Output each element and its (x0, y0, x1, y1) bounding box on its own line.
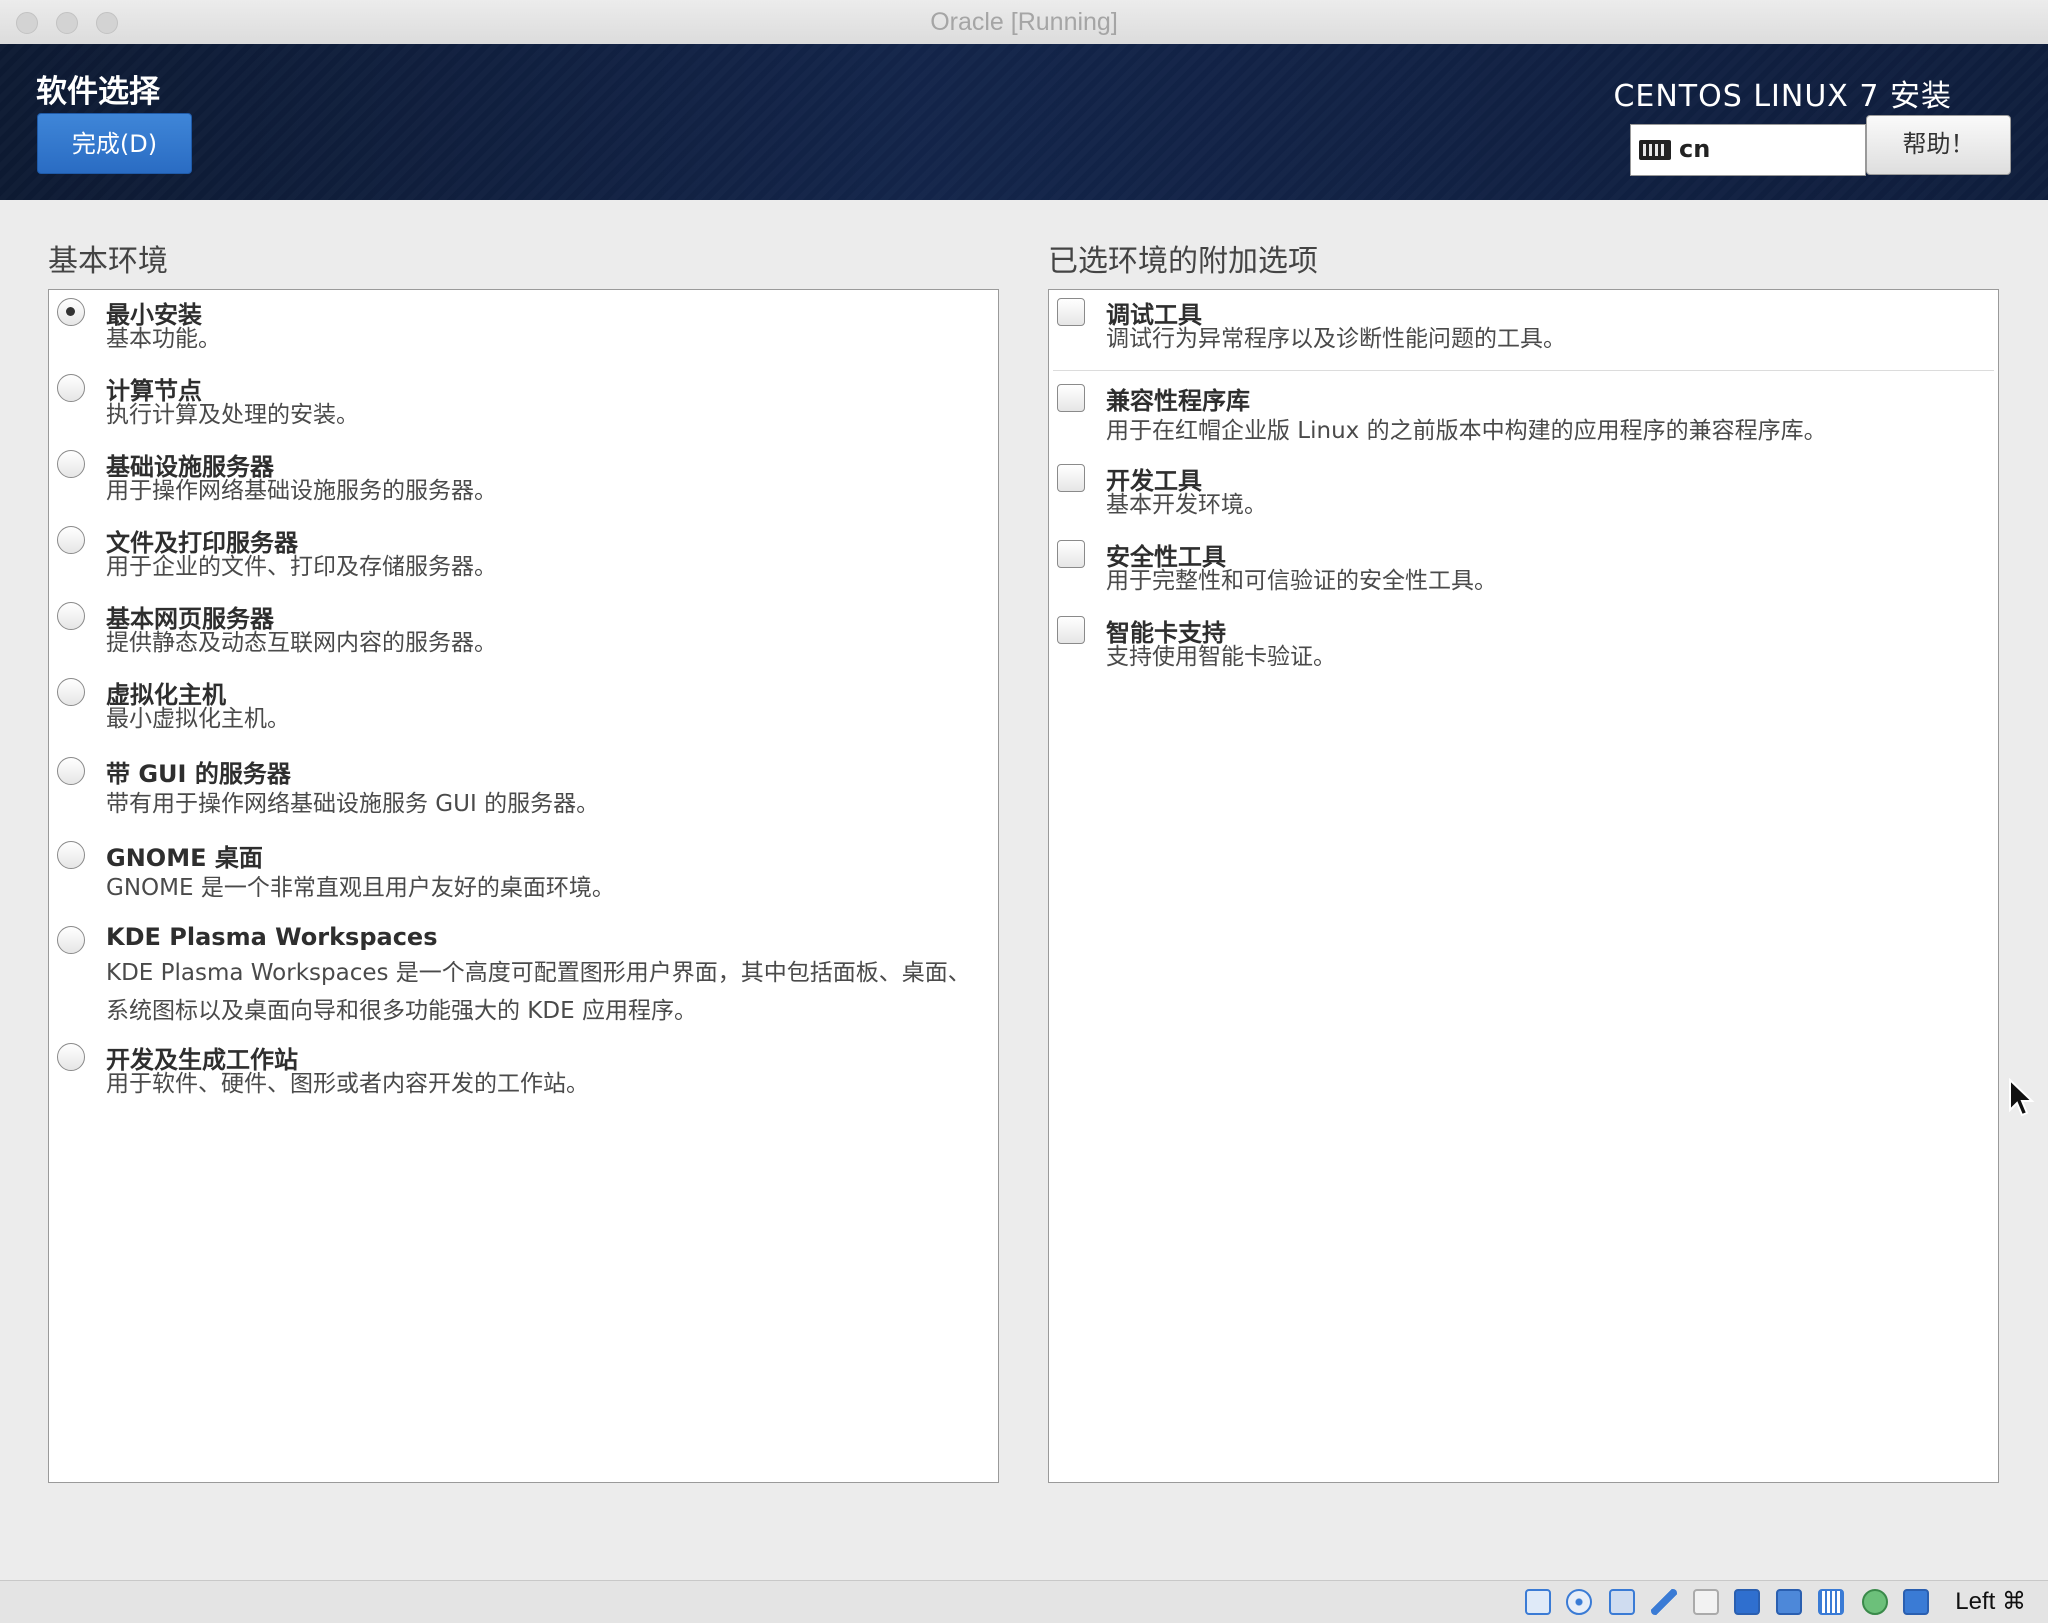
addon-checkbox-security-tools[interactable] (1057, 540, 1085, 568)
env-name: KDE Plasma Workspaces (106, 923, 438, 951)
env-desc: 执行计算及处理的安装。 (106, 402, 359, 428)
addon-checkbox-smart-card-support[interactable] (1057, 616, 1085, 644)
display-icon[interactable] (1734, 1589, 1760, 1615)
optical-drive-icon[interactable] (1566, 1589, 1592, 1615)
addon-desc: 用于完整性和可信验证的安全性工具。 (1106, 568, 1497, 594)
env-desc: 最小虚拟化主机。 (106, 706, 290, 732)
env-desc: 带有用于操作网络基础设施服务 GUI 的服务器。 (106, 791, 600, 817)
audio-icon[interactable] (1609, 1589, 1635, 1615)
network-icon[interactable] (1776, 1589, 1802, 1615)
env-desc: 用于操作网络基础设施服务的服务器。 (106, 478, 497, 504)
env-desc: 用于企业的文件、打印及存储服务器。 (106, 554, 497, 580)
addon-desc: 基本开发环境。 (1106, 492, 1267, 518)
base-environment-list: 最小安装 基本功能。 计算节点 执行计算及处理的安装。 基础设施服务器 用于操作… (48, 289, 999, 1483)
addon-desc: 调试行为异常程序以及诊断性能问题的工具。 (1106, 326, 1566, 352)
env-radio-kde-plasma[interactable] (57, 926, 85, 954)
env-radio-file-print-server[interactable] (57, 526, 85, 554)
usb-icon[interactable] (1651, 1589, 1677, 1615)
keyboard-layout-indicator[interactable]: cn (1630, 124, 1866, 176)
env-desc: 基本功能。 (106, 326, 221, 352)
env-desc: 提供静态及动态互联网内容的服务器。 (106, 630, 497, 656)
cpu-icon[interactable] (1818, 1589, 1844, 1615)
env-name: GNOME 桌面 (106, 844, 263, 872)
env-name: 带 GUI 的服务器 (106, 760, 291, 788)
recording-icon[interactable] (1862, 1589, 1888, 1615)
env-radio-server-with-gui[interactable] (57, 757, 85, 785)
done-button[interactable]: 完成(D) (37, 113, 192, 174)
page-title: 软件选择 (36, 74, 160, 110)
window-title: Oracle [Running] (930, 8, 1118, 36)
shared-folder-icon[interactable] (1693, 1589, 1719, 1615)
addon-desc: 用于在红帽企业版 Linux 的之前版本中构建的应用程序的兼容程序库。 (1106, 418, 1827, 444)
env-radio-compute-node[interactable] (57, 374, 85, 402)
addon-checkbox-debugging-tools[interactable] (1057, 298, 1085, 326)
addons-title: 已选环境的附加选项 (1048, 244, 1318, 279)
window-titlebar: Oracle [Running] (0, 0, 2048, 45)
vm-status-bar: Left ⌘ (0, 1580, 2048, 1623)
addon-checkbox-compat-libraries[interactable] (1057, 384, 1085, 412)
env-radio-virtualization-host[interactable] (57, 678, 85, 706)
help-button[interactable]: 帮助！ (1866, 115, 2011, 175)
env-desc: GNOME 是一个非常直观且用户友好的桌面环境。 (106, 875, 615, 901)
addons-list: 调试工具 调试行为异常程序以及诊断性能问题的工具。 兼容性程序库 用于在红帽企业… (1048, 289, 1999, 1483)
host-key-label: Left ⌘ (1955, 1588, 2026, 1615)
env-desc: KDE Plasma Workspaces 是一个高度可配置图形用户界面，其中包… (106, 960, 971, 1024)
env-radio-minimal[interactable] (57, 298, 85, 326)
env-radio-development-workstation[interactable] (57, 1043, 85, 1071)
download-icon[interactable] (1903, 1589, 1929, 1615)
keyboard-layout-label: cn (1679, 135, 1711, 163)
addon-name: 兼容性程序库 (1106, 387, 1250, 415)
mouse-cursor-icon (2009, 1078, 2035, 1117)
base-environment-title: 基本环境 (48, 244, 168, 279)
keyboard-icon (1639, 140, 1671, 160)
addon-separator (1053, 370, 1994, 371)
addon-desc: 支持使用智能卡验证。 (1106, 644, 1336, 670)
addon-checkbox-development-tools[interactable] (1057, 464, 1085, 492)
hard-disk-icon[interactable] (1525, 1589, 1551, 1615)
env-radio-web-server[interactable] (57, 602, 85, 630)
product-title: CENTOS LINUX 7 安装 (1613, 79, 1952, 114)
env-radio-infrastructure-server[interactable] (57, 450, 85, 478)
spoke-header: 软件选择 完成(D) CENTOS LINUX 7 安装 cn (0, 44, 2048, 200)
env-radio-gnome-desktop[interactable] (57, 841, 85, 869)
env-desc: 用于软件、硬件、图形或者内容开发的工作站。 (106, 1071, 589, 1097)
